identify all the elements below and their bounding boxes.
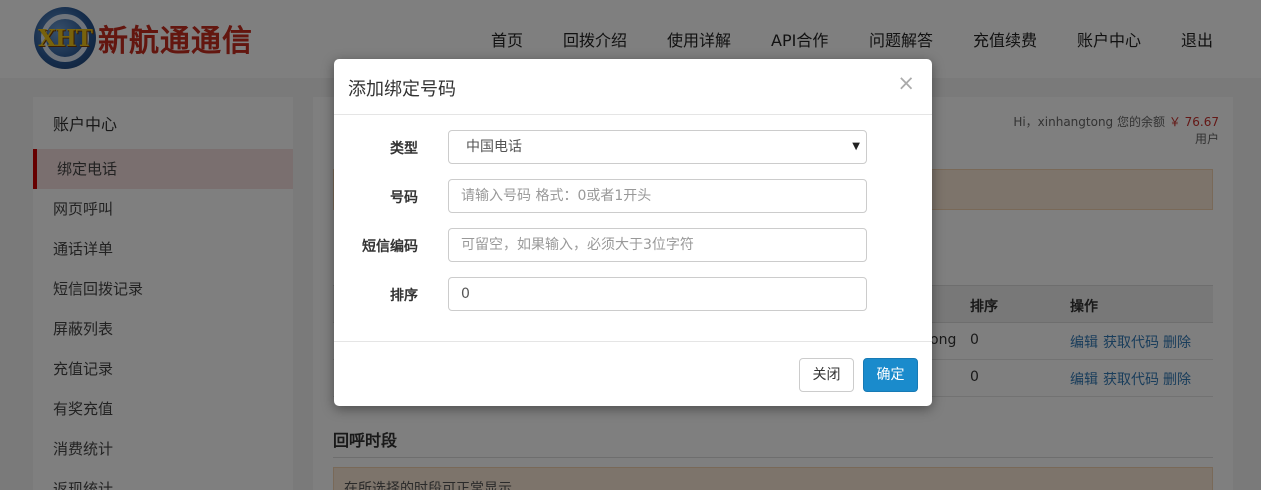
type-select[interactable]: 中国电话 ▼	[448, 130, 867, 164]
number-label: 号码	[390, 190, 418, 206]
type-select-value: 中国电话	[466, 139, 522, 155]
modal-header: 添加绑定号码 ×	[334, 59, 932, 115]
order-input[interactable]	[448, 277, 867, 311]
modal-footer: 关闭 确定	[334, 341, 932, 406]
add-binding-modal: 添加绑定号码 × 类型 中国电话 ▼ 号码 短信编码 排序 关闭 确定	[334, 59, 932, 406]
confirm-button[interactable]: 确定	[863, 358, 918, 392]
modal-title: 添加绑定号码	[348, 79, 456, 100]
close-button[interactable]: 关闭	[799, 358, 854, 392]
sms-code-input[interactable]	[448, 228, 867, 262]
type-label: 类型	[390, 141, 418, 157]
caret-down-icon: ▼	[852, 141, 860, 152]
sms-code-label: 短信编码	[362, 239, 418, 255]
number-input[interactable]	[448, 179, 867, 213]
order-label: 排序	[390, 288, 418, 304]
close-icon[interactable]: ×	[897, 73, 915, 94]
